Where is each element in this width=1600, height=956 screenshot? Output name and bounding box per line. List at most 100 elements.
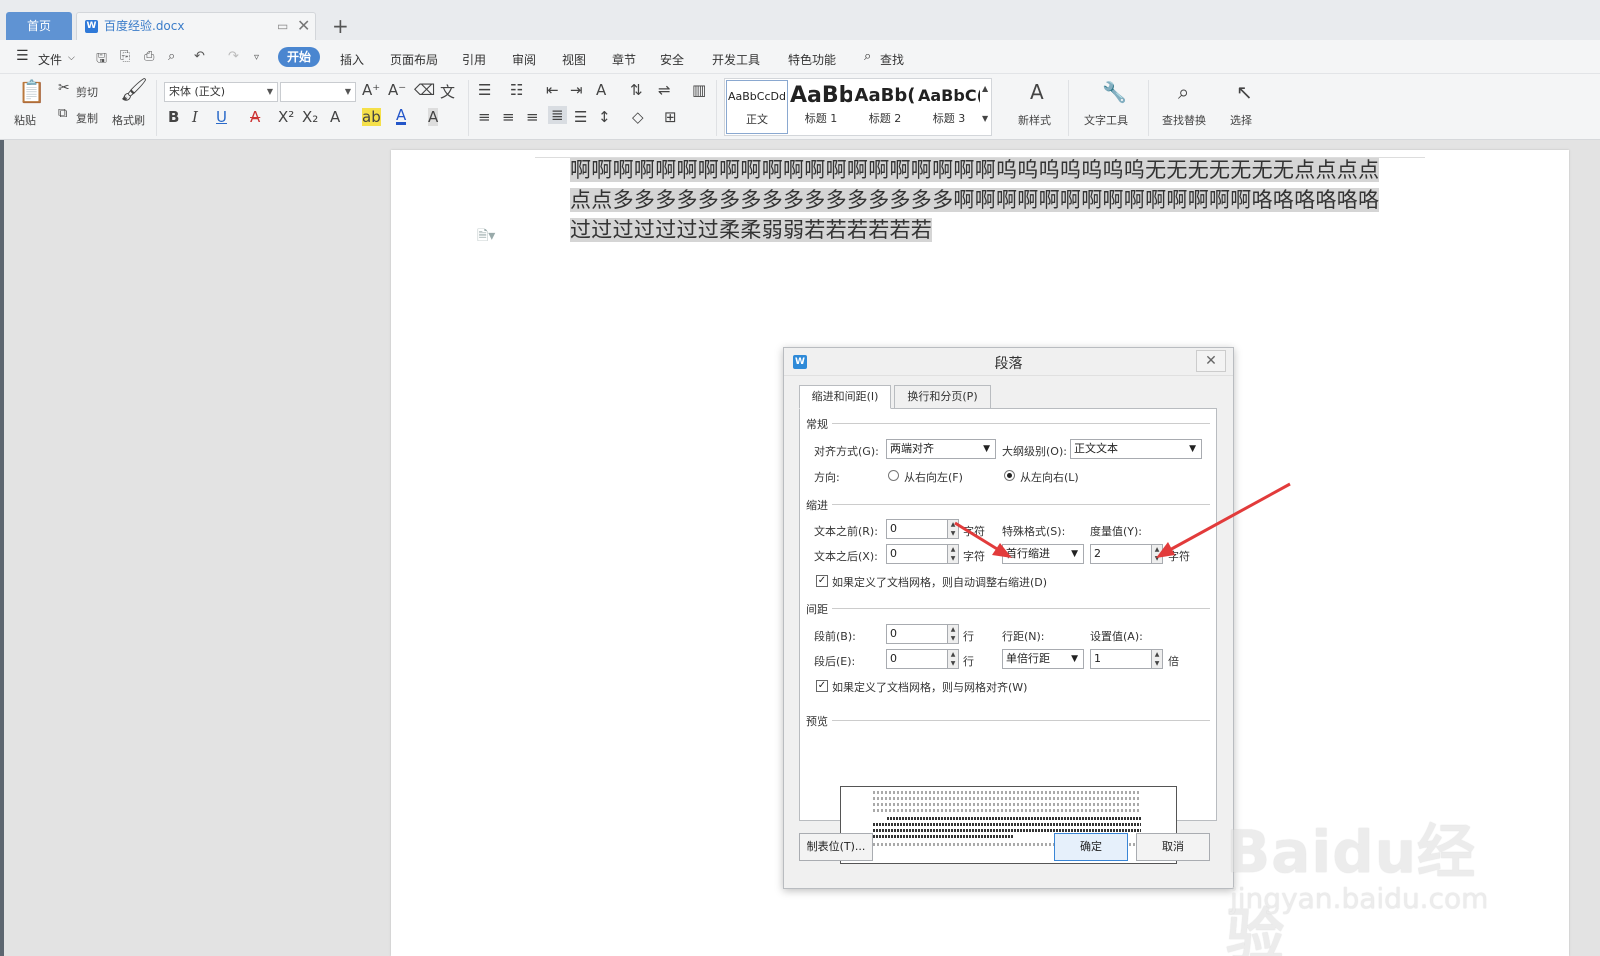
menu-section[interactable]: 章节 [612, 51, 636, 68]
sort-icon[interactable]: ⇅ [630, 81, 643, 99]
paragraph-spacing-icon[interactable]: ↕ [598, 108, 611, 126]
wrench-icon[interactable]: 🔧 [1102, 80, 1127, 104]
cut-button[interactable]: 剪切 [76, 84, 98, 100]
italic-icon[interactable]: I [192, 108, 198, 126]
monitor-icon[interactable]: ▭ [277, 19, 288, 33]
spacing-after-unit[interactable]: 行 [963, 653, 974, 669]
bold-icon[interactable]: B [168, 108, 179, 126]
measure-input[interactable]: 2 [1090, 544, 1152, 564]
copy-icon[interactable]: ⧉ [58, 106, 67, 121]
spacing-before-unit[interactable]: 行 [963, 628, 974, 644]
spacing-after-input[interactable]: 0 [886, 649, 948, 669]
paste-icon[interactable]: 📋 [18, 80, 45, 105]
measure-spinner[interactable]: ▲ ▼ [1151, 544, 1163, 564]
tab-home[interactable]: 首页 [6, 12, 72, 40]
underline-icon[interactable]: U [216, 108, 227, 126]
setting-value-input[interactable]: 1 [1090, 649, 1152, 669]
spacing-after-spinner[interactable]: ▲ ▼ [947, 649, 959, 669]
decrease-indent-icon[interactable]: ⇤ [546, 81, 559, 99]
auto-adjust-indent-checkbox[interactable]: ✓ [816, 575, 828, 587]
spacing-before-input[interactable]: 0 [886, 624, 948, 644]
style-heading-1[interactable]: AaBb 标题 1 [790, 80, 852, 134]
alignment-select[interactable]: 两端对齐 ▼ [886, 439, 996, 459]
menu-start[interactable]: 开始 [278, 47, 320, 67]
find-replace-button[interactable]: 查找替换 [1162, 112, 1206, 128]
tab-line-page-breaks[interactable]: 换行和分页(P) [894, 385, 991, 409]
redo-icon[interactable]: ↷ [228, 49, 239, 64]
menu-review[interactable]: 审阅 [512, 51, 536, 68]
gallery-scroll-up-icon[interactable]: ▲ [982, 84, 988, 93]
special-format-select[interactable]: 首行缩进 ▼ [1002, 544, 1084, 564]
chevron-down-icon[interactable]: ⌵ [68, 53, 75, 63]
superscript-icon[interactable]: X² [278, 108, 294, 126]
menu-file[interactable]: 文件 [38, 51, 62, 68]
align-right-icon[interactable]: ≡ [526, 108, 539, 126]
format-painter-button[interactable]: 格式刷 [112, 112, 145, 128]
borders-icon[interactable]: ⊞ [664, 108, 677, 126]
gallery-scroll-down-icon[interactable]: ▼ [982, 114, 988, 123]
undo-icon[interactable]: ↶ [194, 49, 205, 64]
print-preview-icon[interactable]: ⌕ [168, 49, 175, 64]
rtl-radio[interactable] [888, 470, 899, 481]
text-effect-icon[interactable]: A [330, 108, 340, 126]
align-left-icon[interactable]: ≡ [478, 108, 491, 126]
customize-dropdown-icon[interactable]: ▿ [254, 52, 259, 63]
new-style-icon[interactable]: A [1030, 80, 1044, 104]
style-heading-3[interactable]: AaBbC( 标题 3 [918, 80, 980, 134]
text-direction-icon[interactable]: A [596, 81, 606, 99]
cancel-button[interactable]: 取消 [1136, 833, 1210, 861]
distributed-icon[interactable]: ☰ [574, 108, 587, 126]
menu-developer-tools[interactable]: 开发工具 [712, 51, 760, 68]
outline-level-select[interactable]: 正文文本 ▼ [1070, 439, 1202, 459]
menu-page-layout[interactable]: 页面布局 [390, 51, 438, 68]
strikethrough-icon[interactable]: A [250, 108, 260, 126]
menu-references[interactable]: 引用 [462, 51, 486, 68]
save-icon[interactable]: 🖫 [96, 49, 107, 71]
menu-insert[interactable]: 插入 [340, 51, 364, 68]
tab-stops-button[interactable]: 制表位(T)... [799, 833, 873, 861]
indent-before-unit[interactable]: 字符 [963, 523, 985, 539]
line-spacing-select[interactable]: 单倍行距 ▼ [1002, 649, 1084, 669]
grow-font-icon[interactable]: A⁺ [362, 81, 380, 99]
tab-document[interactable]: W 百度经验.docx ▭ ✕ [76, 12, 316, 40]
search-icon[interactable]: ⌕ [864, 49, 871, 64]
increase-indent-icon[interactable]: ⇥ [570, 81, 583, 99]
columns-icon[interactable]: ▥ [692, 81, 706, 99]
line-spacing-icon[interactable]: ⇌ [658, 81, 671, 99]
document-body-text[interactable]: 啊啊啊啊啊啊啊啊啊啊啊啊啊啊啊啊啊啊啊啊呜呜呜呜呜呜呜无无无无无无无点点点点点点… [570, 155, 1390, 245]
menu-security[interactable]: 安全 [660, 51, 684, 68]
char-shading-icon[interactable]: A [428, 108, 439, 126]
font-name-select[interactable]: 宋体 (正文) ▼ [164, 82, 278, 102]
subscript-icon[interactable]: X₂ [302, 108, 318, 126]
indent-after-input[interactable]: 0 [886, 544, 948, 564]
numbered-list-icon[interactable]: ☷ [510, 81, 523, 99]
bullet-list-icon[interactable]: ☰ [478, 81, 491, 99]
print-icon[interactable]: ⎙ [144, 49, 154, 64]
select-button[interactable]: 选择 [1230, 112, 1252, 128]
new-style-button[interactable]: 新样式 [1018, 112, 1051, 128]
indent-after-unit[interactable]: 字符 [963, 548, 985, 564]
measure-unit[interactable]: 字符 [1168, 548, 1190, 564]
indent-before-spinner[interactable]: ▲ ▼ [947, 519, 959, 539]
font-size-select[interactable]: ▼ [280, 82, 356, 102]
format-painter-icon[interactable]: 🖌 [120, 78, 148, 103]
justify-icon[interactable]: ≣ [548, 106, 567, 124]
menu-find[interactable]: 查找 [880, 51, 904, 68]
paste-button[interactable]: 粘贴 [14, 112, 36, 128]
magnifier-icon[interactable]: ⌕ [1178, 80, 1189, 104]
align-center-icon[interactable]: ≡ [502, 108, 515, 126]
style-heading-2[interactable]: AaBb( 标题 2 [854, 80, 916, 134]
close-icon[interactable]: ✕ [1196, 350, 1226, 372]
clear-format-icon[interactable]: ⌫ [414, 81, 435, 99]
spacing-before-spinner[interactable]: ▲ ▼ [947, 624, 959, 644]
highlight-icon[interactable]: ab [362, 108, 381, 126]
hamburger-icon[interactable]: ☰ [16, 48, 29, 64]
indent-after-spinner[interactable]: ▲ ▼ [947, 544, 959, 564]
grid-align-checkbox[interactable]: ✓ [816, 680, 828, 692]
setting-value-spinner[interactable]: ▲ ▼ [1151, 649, 1163, 669]
tab-indent-spacing[interactable]: 缩进和间距(I) [799, 385, 891, 409]
text-tools-button[interactable]: 文字工具 [1084, 112, 1128, 128]
indent-before-input[interactable]: 0 [886, 519, 948, 539]
paragraph-options-icon[interactable]: 🗎▾ [477, 225, 495, 249]
export-icon[interactable]: ⎘ [120, 49, 130, 64]
